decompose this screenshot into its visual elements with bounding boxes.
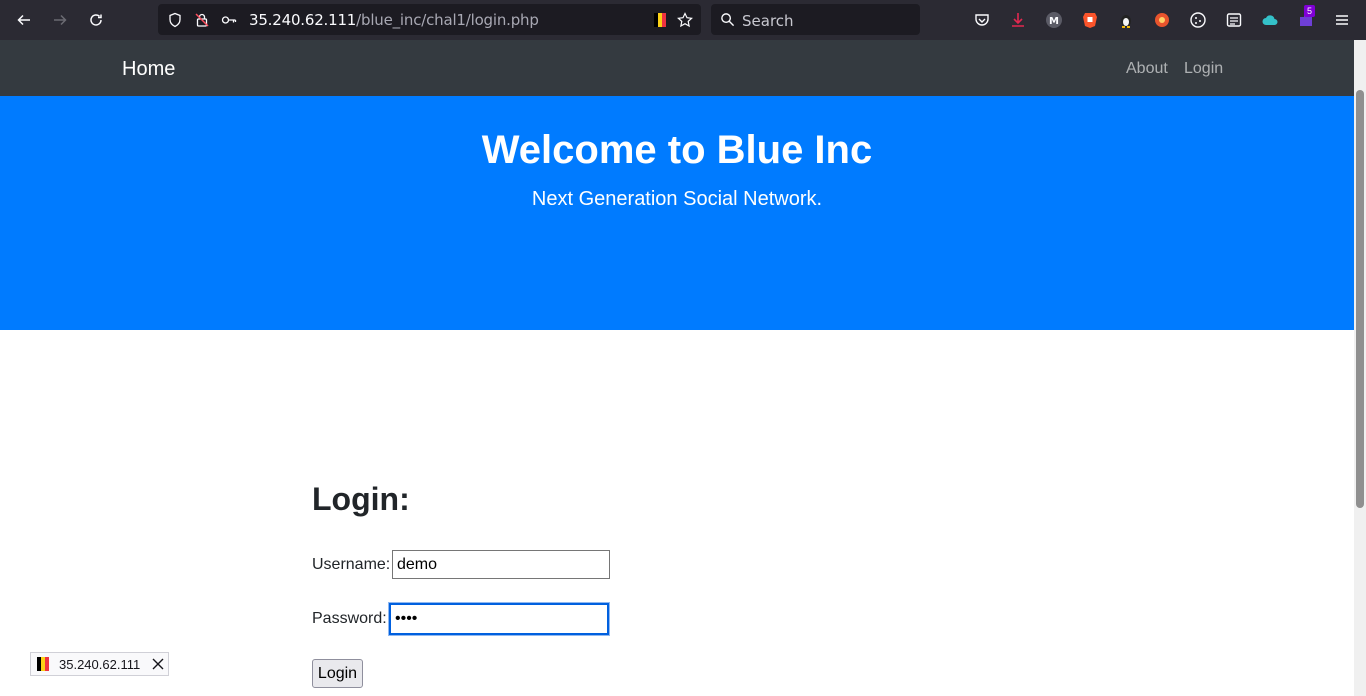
hero-title: Welcome to Blue Inc bbox=[481, 128, 873, 172]
tux-extension-icon[interactable] bbox=[1116, 10, 1136, 30]
reload-button[interactable] bbox=[84, 8, 108, 32]
username-label: Username: bbox=[312, 556, 391, 573]
url-path: /blue_inc/chal1/login.php bbox=[356, 11, 539, 29]
login-button[interactable]: Login bbox=[312, 659, 363, 688]
brave-lion-icon[interactable] bbox=[1080, 10, 1100, 30]
insecure-lock-icon[interactable] bbox=[193, 11, 210, 28]
url-bar[interactable]: 35.240.62.111/blue_inc/chal1/login.php bbox=[158, 4, 701, 35]
cookie-icon[interactable] bbox=[1188, 10, 1208, 30]
forward-button[interactable] bbox=[48, 8, 72, 32]
svg-text:M: M bbox=[1049, 16, 1059, 27]
search-icon bbox=[721, 13, 735, 27]
cloud-icon[interactable] bbox=[1260, 10, 1280, 30]
url-host: 35.240.62.111 bbox=[249, 11, 357, 29]
username-field[interactable] bbox=[392, 550, 610, 579]
login-heading: Login: bbox=[312, 481, 410, 517]
search-bar[interactable]: Search bbox=[711, 4, 920, 35]
hero-subtitle: Next Generation Social Network. bbox=[531, 188, 823, 210]
site-navbar: Home About Login bbox=[0, 40, 1354, 96]
belgium-flag-icon bbox=[37, 657, 49, 671]
browser-toolbar: 35.240.62.111/blue_inc/chal1/login.php S… bbox=[0, 0, 1366, 40]
hero-banner: Welcome to Blue Inc Next Generation Soci… bbox=[0, 96, 1354, 330]
status-overlay: 35.240.62.111 bbox=[30, 652, 169, 676]
reader-view-icon[interactable] bbox=[1224, 10, 1244, 30]
download-icon[interactable] bbox=[1008, 10, 1028, 30]
url-text[interactable]: 35.240.62.111/blue_inc/chal1/login.php bbox=[249, 11, 539, 29]
arrow-right-icon bbox=[54, 14, 67, 26]
nav-link-login[interactable]: Login bbox=[1184, 60, 1223, 78]
search-placeholder: Search bbox=[742, 12, 794, 30]
hamburger-menu-icon[interactable] bbox=[1332, 10, 1352, 30]
fox-extension-icon[interactable] bbox=[1152, 10, 1172, 30]
pocket-icon[interactable] bbox=[972, 10, 992, 30]
back-button[interactable] bbox=[12, 8, 36, 32]
scrollbar-thumb[interactable] bbox=[1356, 90, 1364, 508]
metamask-m-icon[interactable]: M bbox=[1044, 10, 1064, 30]
key-icon[interactable] bbox=[220, 11, 237, 28]
star-icon[interactable] bbox=[676, 11, 693, 28]
extension-badge: 5 bbox=[1304, 5, 1316, 17]
close-icon[interactable] bbox=[151, 657, 165, 671]
home-brand-link[interactable]: Home bbox=[122, 58, 175, 81]
shield-icon[interactable] bbox=[166, 11, 183, 28]
password-label: Password: bbox=[312, 610, 387, 627]
arrow-left-icon bbox=[17, 14, 30, 26]
belgium-flag-icon[interactable] bbox=[651, 11, 668, 28]
reload-icon bbox=[90, 14, 102, 26]
nav-link-about[interactable]: About bbox=[1126, 60, 1168, 78]
password-field[interactable] bbox=[389, 603, 609, 635]
status-host: 35.240.62.111 bbox=[59, 656, 141, 672]
